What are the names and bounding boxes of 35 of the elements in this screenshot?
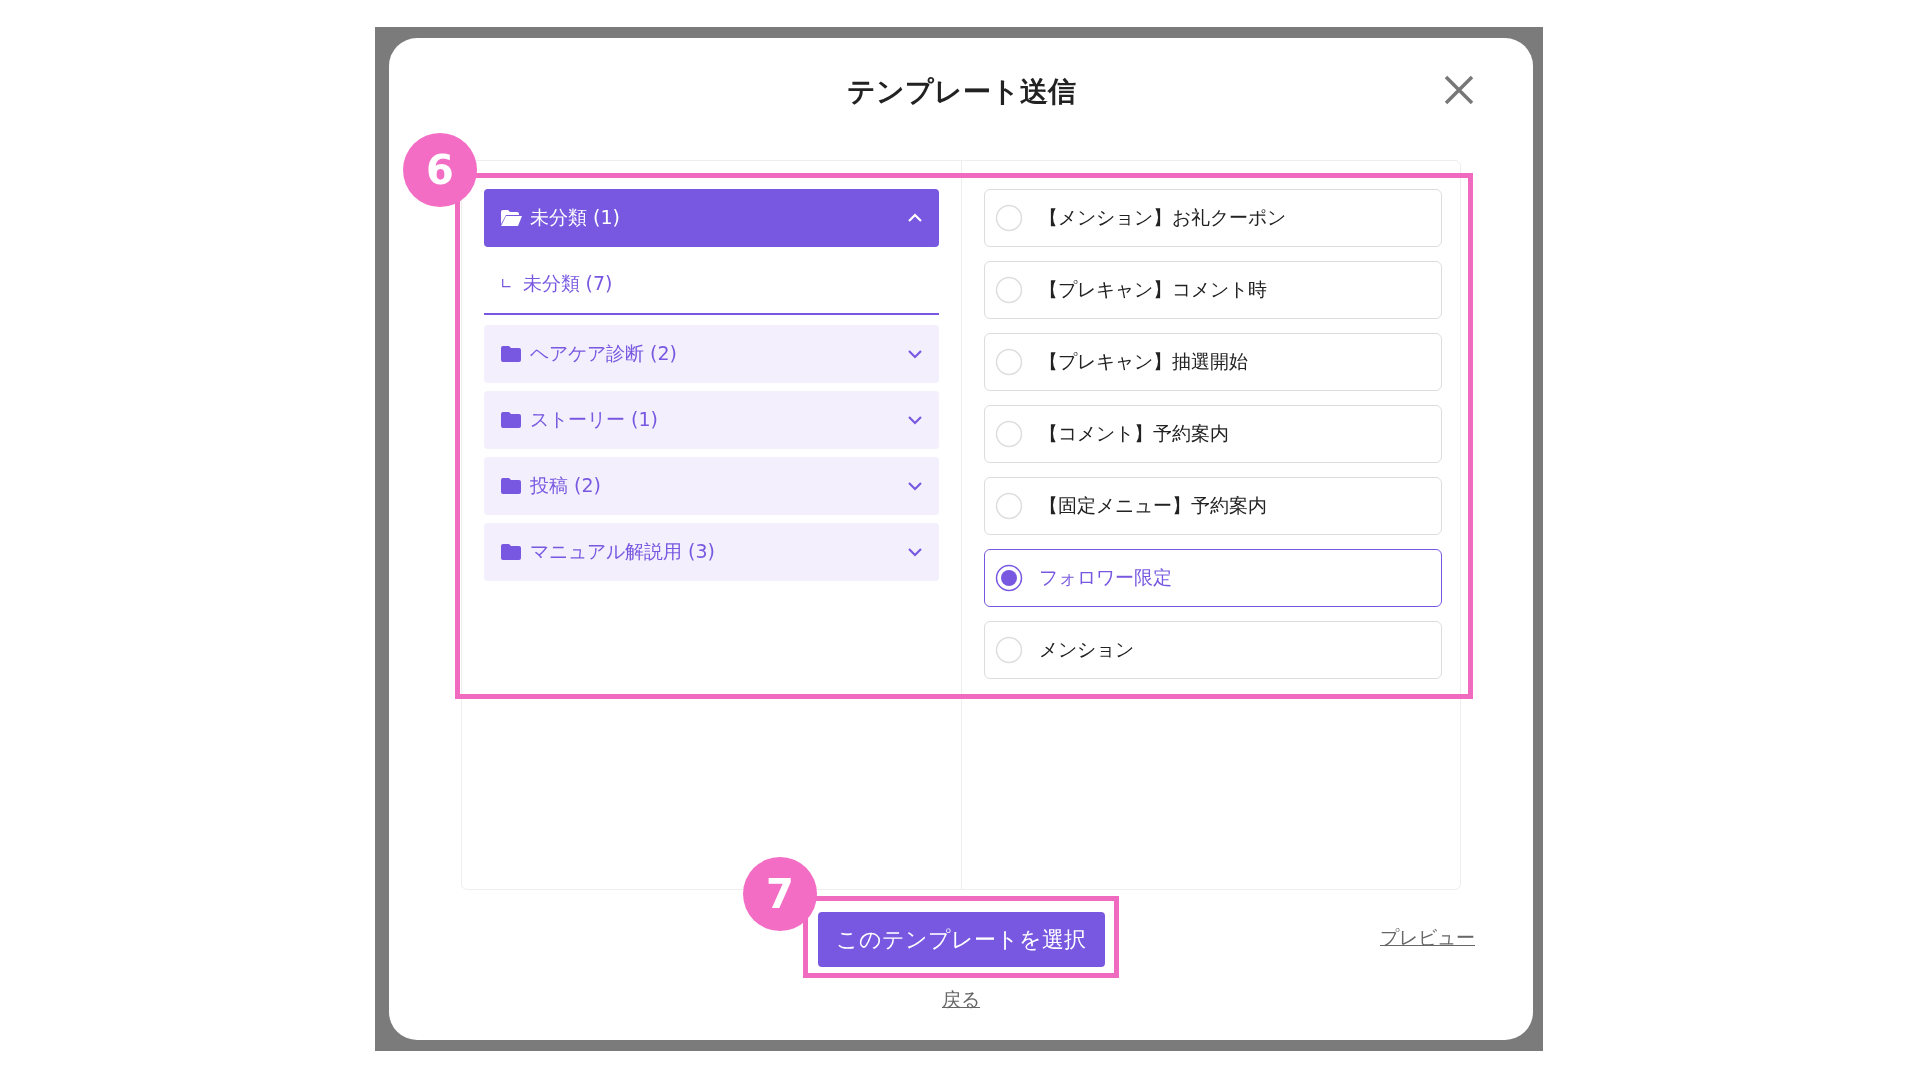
dialog-title: テンプレート送信 xyxy=(846,74,1076,110)
chevron-down-icon xyxy=(907,547,923,557)
folder-item[interactable]: 投稿 (2) xyxy=(484,457,939,515)
template-option[interactable]: 【プレキャン】抽選開始 xyxy=(984,333,1442,391)
folder-icon xyxy=(500,345,522,363)
radio-icon xyxy=(995,204,1023,232)
folder-item[interactable]: ストーリー (1) xyxy=(484,391,939,449)
back-link[interactable]: 戻る xyxy=(942,987,980,1013)
folder-icon xyxy=(500,477,522,495)
template-option[interactable]: フォロワー限定 xyxy=(984,549,1442,607)
radio-icon xyxy=(995,564,1023,592)
folder-item[interactable]: ヘアケア診断 (2) xyxy=(484,325,939,383)
template-option[interactable]: 【固定メニュー】予約案内 xyxy=(984,477,1442,535)
template-option[interactable]: 【プレキャン】コメント時 xyxy=(984,261,1442,319)
folder-icon xyxy=(500,411,522,429)
select-template-button[interactable]: このテンプレートを選択 xyxy=(817,912,1105,967)
radio-icon xyxy=(995,636,1023,664)
folder-item[interactable]: マニュアル解説用 (3) xyxy=(484,523,939,581)
radio-icon xyxy=(995,420,1023,448)
radio-icon xyxy=(995,348,1023,376)
radio-icon xyxy=(995,276,1023,304)
template-option[interactable]: 【メンション】お礼クーポン xyxy=(984,189,1442,247)
folder-icon xyxy=(500,543,522,561)
preview-link[interactable]: プレビュー xyxy=(1380,925,1475,951)
chevron-up-icon xyxy=(907,213,923,223)
chevron-down-icon xyxy=(907,481,923,491)
close-button[interactable] xyxy=(1443,74,1475,106)
radio-icon xyxy=(995,492,1023,520)
template-option[interactable]: メンション xyxy=(984,621,1442,679)
chevron-down-icon xyxy=(907,415,923,425)
template-option[interactable]: 【コメント】予約案内 xyxy=(984,405,1442,463)
chevron-down-icon xyxy=(907,349,923,359)
folder-item[interactable]: 未分類 (1) xyxy=(484,189,939,247)
subfolder-item[interactable]: ∟ 未分類 (7) xyxy=(484,255,939,315)
open-folder-icon xyxy=(500,209,522,227)
